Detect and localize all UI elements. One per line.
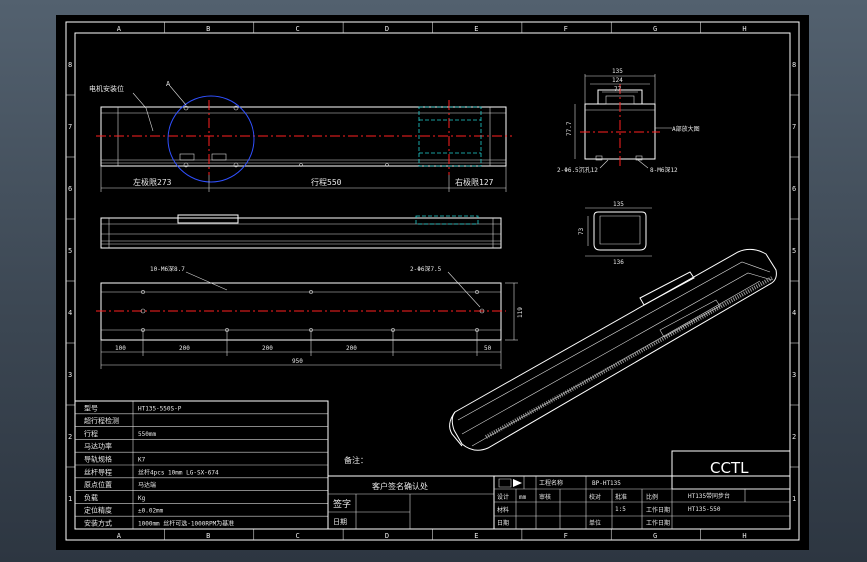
end-w-top: 135 (613, 201, 624, 208)
zone-label-top: C (295, 25, 299, 33)
dim-left-limit: 左极限273 (133, 177, 172, 187)
spec-key: 定位精度 (84, 506, 112, 515)
title-block-cell: 设计 (497, 493, 509, 501)
note-label: 备注： (344, 455, 368, 465)
title-block-cell: 工作日期 (646, 519, 670, 527)
sec-w2: 124 (612, 77, 623, 84)
zone-label-bottom: G (653, 532, 657, 540)
title-block-cell: 批准 (615, 493, 627, 501)
product-code: HT135-550 (688, 506, 721, 513)
zone-label-left: 1 (68, 495, 72, 503)
zone-label-top: E (474, 25, 478, 33)
zone-label-bottom: B (206, 532, 210, 540)
dim-200-a: 200 (179, 345, 190, 352)
dim-50: 50 (484, 345, 492, 352)
spec-key: 马达功率 (84, 442, 112, 451)
spec-key: 丝杆导程 (84, 467, 112, 476)
zone-label-left: 6 (68, 185, 72, 193)
confirm-label: 客户签名确认处 (372, 481, 428, 491)
sec-height: 77.7 (566, 121, 573, 136)
sec-label-br: 8-M6深12 (650, 166, 678, 174)
sec-label-right: A部放大图 (672, 125, 700, 133)
end-w-bottom: 136 (613, 259, 624, 266)
zone-label-right: 8 (792, 61, 796, 69)
dim-height: 119 (517, 307, 524, 318)
spec-value: 丝杆4pcs 10mm LG-SX-674 (138, 468, 219, 476)
spec-key: 负载 (84, 493, 98, 502)
install-label: 电机安装位 (89, 84, 124, 93)
title-block-cell: 比例 (646, 493, 658, 501)
zone-label-top: G (653, 25, 657, 33)
zone-label-right: 3 (792, 371, 796, 379)
dim-right-limit: 右极限127 (455, 177, 494, 187)
zone-label-top: D (385, 25, 389, 33)
drawing-canvas: ABCDEFGH ABCDEFGH 87654321 87654321 电机安装… (56, 15, 809, 550)
title-block-cell: 材料 (497, 506, 509, 514)
bottom-holes-label: 10-M6深8.7 (150, 265, 185, 273)
zone-label-left: 5 (68, 247, 72, 255)
zone-label-top: H (742, 25, 746, 33)
sec-w1: 135 (612, 68, 623, 75)
zone-label-bottom: E (474, 532, 478, 540)
zone-label-bottom: D (385, 532, 389, 540)
zone-label-left: 2 (68, 433, 72, 441)
spec-value: Kg (138, 495, 146, 502)
company-logo: CCTL (710, 459, 749, 477)
end-height: 73 (578, 227, 585, 235)
title-block-cell: 日期 (497, 519, 509, 527)
spec-key: 型号 (84, 403, 98, 412)
spec-key: 超行程检测 (84, 416, 119, 425)
sec-label-bl: 2-Φ6.5沉孔12 (557, 166, 598, 174)
zone-label-right: 5 (792, 247, 796, 255)
zone-label-left: 8 (68, 61, 72, 69)
spec-value: HT135-550S-P (138, 405, 182, 412)
title-block-cell: 单位 (589, 519, 601, 527)
zone-label-top: F (564, 25, 568, 33)
zone-label-right: 6 (792, 185, 796, 193)
sign-label: 签字 (333, 498, 351, 510)
title-block-cell: 校对 (589, 493, 601, 501)
zone-label-left: 7 (68, 123, 72, 131)
spec-value: ±0.02mm (138, 508, 164, 515)
zone-label-bottom: H (742, 532, 746, 540)
cad-viewer: ABCDEFGH ABCDEFGH 87654321 87654321 电机安装… (0, 0, 867, 562)
zone-label-right: 1 (792, 495, 796, 503)
title-block-cell: 审核 (539, 493, 551, 501)
spec-value: 马达端 (138, 481, 156, 489)
product-name: HT135带同步台 (688, 492, 730, 500)
spec-key: 安装方式 (84, 519, 112, 528)
sec-w3: 77 (614, 86, 622, 93)
dim-200-c: 200 (346, 345, 357, 352)
dim-100: 100 (115, 345, 126, 352)
title-block-cell: 工作日期 (646, 506, 670, 514)
zone-label-left: 3 (68, 371, 72, 379)
zone-label-bottom: F (564, 532, 568, 540)
dim-200-b: 200 (262, 345, 273, 352)
spec-key: 行程 (84, 429, 98, 438)
project-label: 工程名称 (539, 479, 563, 487)
zone-label-right: 2 (792, 433, 796, 441)
spec-value: K7 (138, 457, 146, 464)
spec-key: 原点位置 (84, 480, 112, 489)
title-block-cell: mm (519, 494, 527, 501)
drawing-number: BP-HT135 (592, 480, 621, 487)
zone-label-bottom: C (295, 532, 299, 540)
zone-label-left: 4 (68, 309, 72, 317)
spec-key: 导轨规格 (84, 455, 112, 464)
date-label: 日期 (333, 518, 347, 526)
dim-stroke: 行程550 (311, 177, 342, 187)
title-block-cell: 1:5 (615, 506, 626, 513)
zone-label-top: B (206, 25, 210, 33)
zone-label-right: 7 (792, 123, 796, 131)
dim-total: 950 (292, 358, 303, 365)
bottom-holes-right: 2-Φ6深7.5 (410, 265, 442, 273)
zone-label-right: 4 (792, 309, 796, 317)
spec-value: 550mm (138, 431, 156, 438)
spec-value: 1000mm 丝杆可选-1000RPM为基准 (138, 520, 234, 528)
